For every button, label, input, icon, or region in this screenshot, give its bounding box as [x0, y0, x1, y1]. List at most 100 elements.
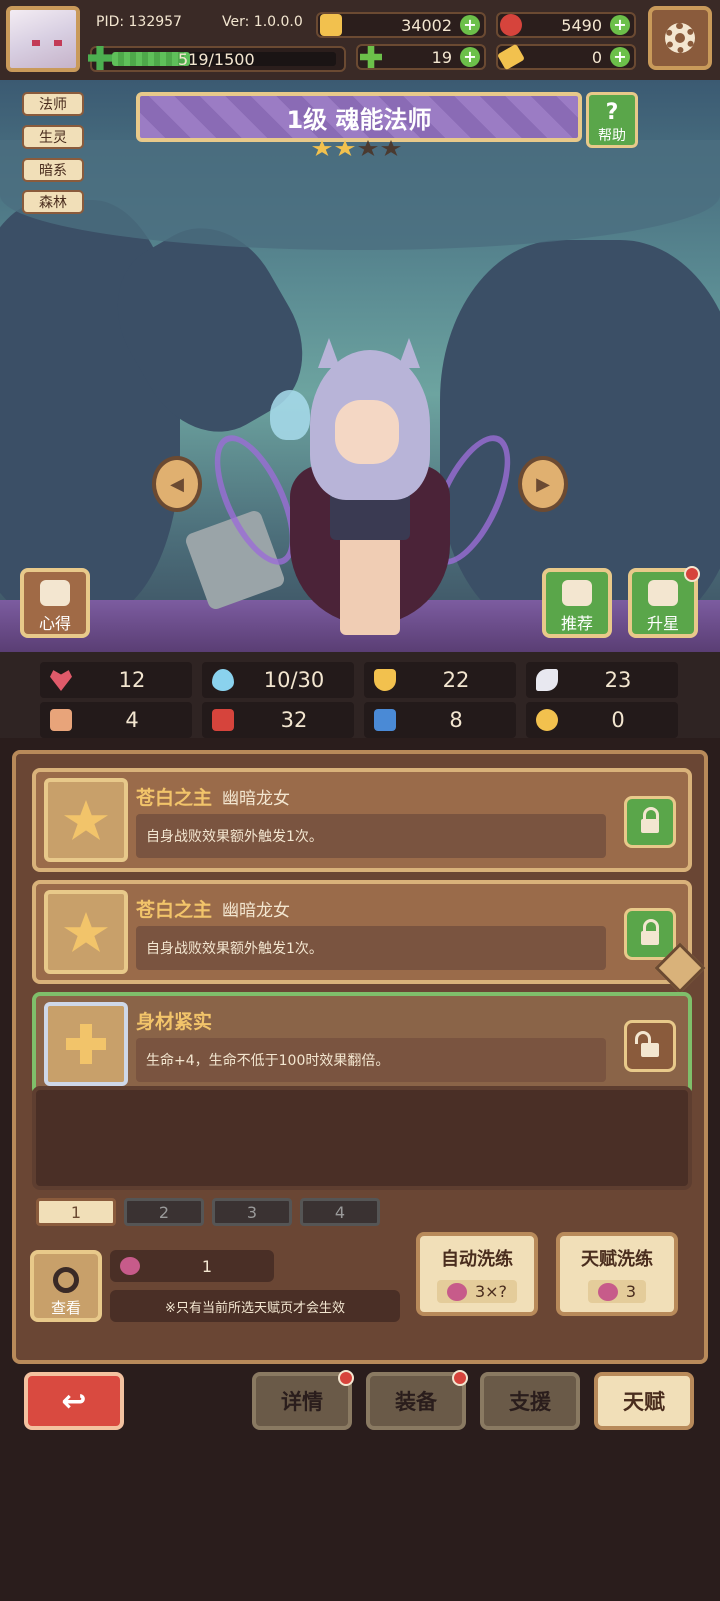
key-value: 0 [591, 47, 602, 67]
return-arrow-icon: ↩ [61, 1383, 87, 1419]
boot-icon [374, 709, 396, 731]
stat-attack-value: 4 [125, 708, 139, 732]
tab-talent[interactable]: 天赋 [594, 1372, 694, 1430]
add-key-button[interactable]: + [610, 47, 630, 67]
help-question-icon: ? [605, 100, 619, 125]
stat-magic-value: 32 [280, 708, 308, 732]
stat-skill: 8 [364, 702, 516, 738]
talent-refine-cost-value: 3 [625, 1282, 637, 1301]
insight-label: 心得 [38, 614, 71, 633]
talent-page-tab-2[interactable]: 2 [124, 1198, 204, 1226]
tab-details[interactable]: 详情 [252, 1370, 354, 1430]
star-talent-icon [64, 912, 108, 952]
stat-health-value: 12 [118, 668, 146, 692]
auto-refine-label: 自动洗练 [441, 1249, 513, 1270]
recommend-button[interactable]: 推荐 [542, 568, 612, 638]
stat-speed-value: 23 [604, 668, 632, 692]
stat-defense-value: 22 [442, 668, 470, 692]
details-notification-dot [338, 1370, 354, 1386]
cat-ear [318, 338, 340, 368]
energy-bar: 519/1500 [88, 46, 346, 72]
star-icon [335, 140, 355, 156]
stat-luck-value: 0 [611, 708, 625, 732]
talent-refine-button[interactable]: 天赋洗练 3 [556, 1232, 678, 1316]
talent-card[interactable]: 苍白之主 幽暗龙女 自身战败效果额外触发1次。 [32, 768, 692, 872]
stat-speed: 23 [526, 662, 678, 698]
chevron-right-icon: ▶ [536, 473, 550, 495]
auto-refine-button[interactable]: 自动洗练 3×? [416, 1232, 538, 1316]
stat-skill-value: 8 [449, 708, 463, 732]
gem-counter: 5490 + [496, 12, 636, 38]
talent-unlock-button[interactable] [624, 1020, 676, 1072]
talent-page-tab-4[interactable]: 4 [300, 1198, 380, 1226]
auto-refine-cost-value: 3×? [474, 1282, 508, 1301]
player-avatar[interactable] [6, 6, 80, 72]
star-empty-icon [358, 140, 378, 156]
talent-card[interactable]: 身材紧实 生命+4，生命不低于100时效果翻倍。 [32, 992, 692, 1096]
view-button[interactable]: 查看 [30, 1250, 102, 1322]
horseshoe-icon [536, 709, 558, 731]
fruit-icon [446, 1282, 467, 1301]
stat-health: 12 [40, 662, 192, 698]
view-label: 查看 [50, 1299, 81, 1317]
heart-icon [50, 670, 72, 691]
settings-button[interactable] [648, 6, 712, 70]
thumbs-up-icon [562, 580, 592, 606]
tab-equipment-label: 装备 [395, 1390, 437, 1414]
gold-value: 34002 [401, 15, 452, 35]
talent-card[interactable]: 苍白之主 幽暗龙女 自身战败效果额外触发1次。 [32, 880, 692, 984]
tree-canopy [0, 140, 720, 250]
help-button[interactable]: ? 帮助 [586, 92, 638, 148]
insight-button[interactable]: 心得 [20, 568, 90, 638]
back-button[interactable]: ↩ [24, 1372, 124, 1430]
spellbook-icon [212, 709, 234, 731]
talent-title: 身材紧实 [136, 1004, 212, 1036]
character-legs [340, 535, 400, 635]
talent-lock-button[interactable] [624, 908, 676, 960]
tab-equipment[interactable]: 装备 [366, 1370, 468, 1430]
talent-name: 苍白之主 [136, 898, 213, 921]
tag-class: 法师 [22, 92, 84, 116]
talent-name: 身材紧实 [136, 1010, 213, 1033]
star-up-icon [648, 580, 678, 606]
gold-coin-icon [320, 14, 342, 36]
stat-defense: 22 [364, 662, 516, 698]
magnifier-icon [53, 1267, 79, 1293]
chevron-left-icon: ◀ [170, 473, 184, 495]
add-gold-button[interactable]: + [460, 15, 480, 35]
next-character-button[interactable]: ▶ [518, 456, 568, 512]
tag-type: 生灵 [22, 125, 84, 149]
tab-support[interactable]: 支援 [480, 1372, 580, 1430]
talent-page-tab-3[interactable]: 3 [212, 1198, 292, 1226]
talent-description: 生命+4，生命不低于100时效果翻倍。 [136, 1038, 606, 1082]
talent-page-tab-1[interactable]: 1 [36, 1198, 116, 1226]
talent-icon [44, 890, 128, 974]
tab-support-label: 支援 [509, 1390, 551, 1414]
add-gem-button[interactable]: + [610, 15, 630, 35]
avatar-eye [54, 40, 62, 46]
talent-icon [44, 1002, 128, 1086]
talent-page-tabs: 1 2 3 4 [36, 1198, 380, 1226]
auto-refine-cost: 3×? [436, 1280, 518, 1303]
refine-material-count: 1 [110, 1250, 274, 1282]
equipment-notification-dot [452, 1370, 468, 1386]
spirit-wisp [270, 390, 310, 440]
talent-lock-button[interactable] [624, 796, 676, 848]
stat-luck: 0 [526, 702, 678, 738]
star-empty-icon [381, 140, 401, 156]
stat-mana: 10/30 [202, 662, 354, 698]
fruit-icon [120, 1257, 140, 1275]
wing-icon [536, 669, 558, 691]
lock-icon [641, 807, 659, 833]
book-icon [40, 580, 70, 606]
talent-page-note: ※只有当前所选天赋页才会生效 [110, 1290, 400, 1322]
talent-description: 自身战败效果额外触发1次。 [136, 926, 606, 970]
talent-panel: 苍白之主 幽暗龙女 自身战败效果额外触发1次。 苍白之主 幽暗龙女 自身战败效果… [12, 750, 708, 1364]
gold-counter: 34002 + [316, 12, 486, 38]
red-gem-icon [500, 14, 522, 36]
add-clover-button[interactable]: + [460, 47, 480, 67]
version-label: Ver: 1.0.0.0 [222, 14, 303, 30]
talent-title: 苍白之主 幽暗龙女 [136, 892, 290, 924]
prev-character-button[interactable]: ◀ [152, 456, 202, 512]
shield-icon [374, 669, 396, 691]
